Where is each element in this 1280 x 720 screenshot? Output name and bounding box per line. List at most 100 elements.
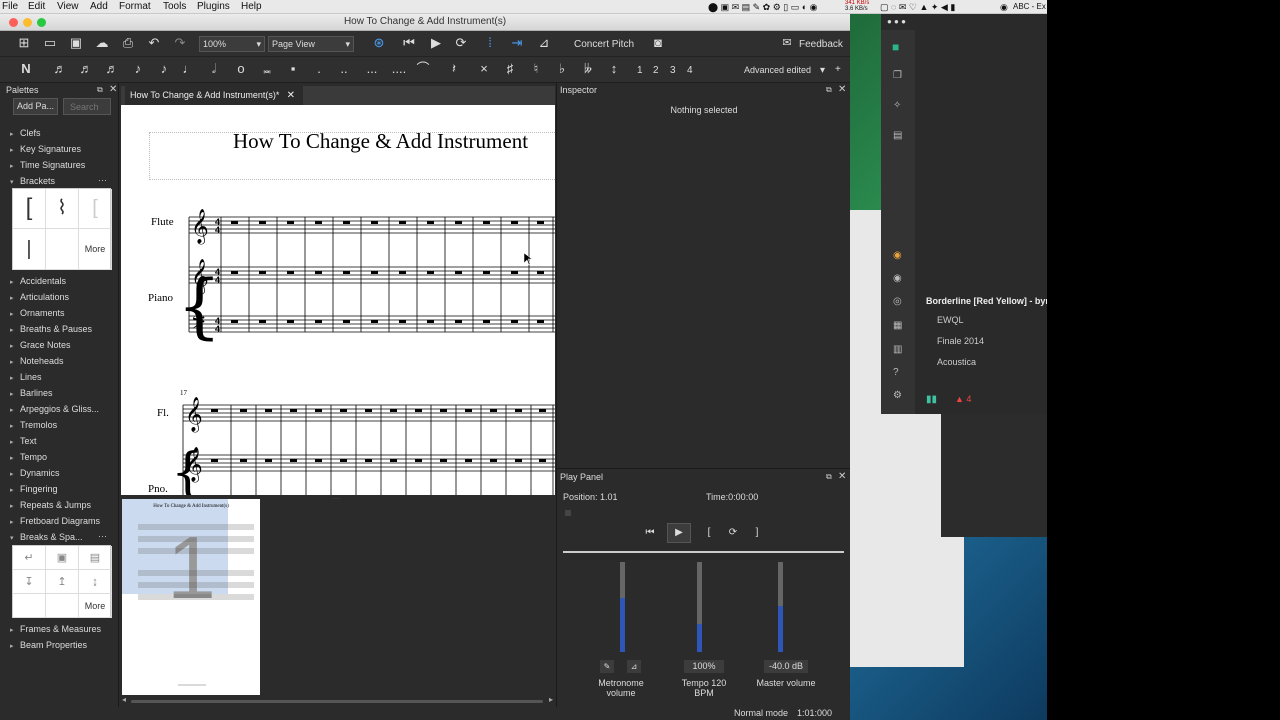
natural-icon[interactable]: ♮ [526,59,546,79]
voice-2-button[interactable]: 2 [653,65,659,76]
print-icon[interactable]: ⎙ [118,33,138,53]
splitter-handle[interactable]: ····· [331,496,341,502]
scroll-thumb[interactable] [131,700,543,703]
scroll-right-icon[interactable]: ▸ [549,695,553,704]
loop-icon[interactable]: ⟳ [451,33,471,53]
store-icon[interactable]: ▤ [893,130,902,141]
palette-breaths[interactable]: ▸ Breaths & Pauses [10,324,92,334]
palette-arpeggios[interactable]: ▸ Arpeggios & Gliss... [10,404,99,414]
duration-32nd-icon[interactable]: ♬ [76,59,96,79]
staff-spacer-down-icon[interactable]: ↧ [13,570,46,594]
duration-whole-icon[interactable]: o [231,59,251,79]
duration-64th-icon[interactable]: ♬ [50,59,70,79]
concert-pitch-button[interactable]: Concert Pitch [574,39,634,50]
palette-tempo[interactable]: ▸ Tempo [10,452,47,462]
palette-search-input[interactable] [63,98,111,115]
menu-tools[interactable]: Tools [163,1,186,12]
status-icons[interactable]: ⬤ ▣ ✉ ▤ ✎ ✿ ⚙ ▯ ▭ ◐ ◉ [708,2,818,13]
chart-icon[interactable]: ▮▮ [926,394,937,405]
magic-icon[interactable]: ✧ [893,100,901,111]
alert-badge[interactable]: ▲ 4 [955,394,971,404]
undock-icon[interactable]: ⧉ [826,472,832,482]
duration-eighth-icon[interactable]: ♪ [128,59,148,79]
flip-direction-icon[interactable]: ↕ [604,59,624,79]
menu-help[interactable]: Help [241,1,262,12]
section-break-icon[interactable]: ▤ [79,546,112,570]
loop-out-icon[interactable]: ] [746,524,768,542]
rewind-icon[interactable]: ⏮ [639,524,661,542]
palette-time-signatures[interactable]: ▸ Time Signatures [10,160,85,170]
metronome-volume-slider[interactable] [620,562,625,652]
save-icon[interactable]: ▣ [66,33,86,53]
voice-1-button[interactable]: 1 [637,65,643,76]
duration-eighth2-icon[interactable]: ♪ [154,59,174,79]
grid-icon[interactable]: ▦ [893,320,902,331]
search-icon[interactable]: ◎ [893,296,902,307]
duration-16th-icon[interactable]: ♬ [102,59,122,79]
menu-edit[interactable]: Edit [28,1,45,12]
navigator-page-thumbnail[interactable]: How To Change & Add Instrument(s) 1 [122,499,260,695]
staves[interactable]: 𝄞 𝄞 𝄢 𝄞 𝄞 { { [121,105,555,495]
palette-dynamics[interactable]: ▸ Dynamics [10,468,60,478]
sharp-icon[interactable]: ♯ [500,59,520,79]
undock-icon[interactable]: ⧉ [826,85,832,95]
more-button[interactable]: More [79,229,112,270]
bracket-brace-icon[interactable]: ⌇ [46,189,79,229]
settings-dot-icon[interactable]: ◉ [893,250,902,261]
gear-icon[interactable]: ⚙ [893,390,902,401]
wifi-icon[interactable]: ◉ [1000,2,1008,13]
chevron-down-icon[interactable]: ▾ [820,65,825,76]
palette-noteheads[interactable]: ▸ Noteheads [10,356,64,366]
scroll-left-icon[interactable]: ◂ [122,695,126,704]
palette-key-signatures[interactable]: ▸ Key Signatures [10,144,81,154]
zoom-select[interactable]: 100% ▾ [199,36,265,52]
library-icon[interactable]: ▥ [893,344,902,355]
add-palette-button[interactable]: Add Pa... [13,98,58,115]
midi-input-icon[interactable]: ⊛ [369,33,389,53]
undock-icon[interactable]: ⧉ [97,85,103,95]
duration-longa-icon[interactable]: ▪ [283,59,303,79]
metronome-icon[interactable]: ⊿ [534,33,554,53]
navigator-scrollbar[interactable]: ◂ ▸ [121,695,555,706]
palette-accidentals[interactable]: ▸ Accidentals [10,276,66,286]
palette-lines[interactable]: ▸ Lines [10,372,42,382]
voice-4-button[interactable]: 4 [687,65,693,76]
menu-view[interactable]: View [57,1,79,12]
palette-ornaments[interactable]: ▸ Ornaments [10,308,65,318]
zoom-window-button[interactable] [37,18,46,27]
minimize-window-button[interactable] [23,18,32,27]
play-icon[interactable]: ▶ [667,523,691,543]
palette-fingering[interactable]: ▸ Fingering [10,484,58,494]
circle-icon[interactable]: ◉ [893,273,902,284]
close-icon[interactable]: ✕ [838,84,846,95]
loop-in-icon[interactable]: [ [698,524,720,542]
palette-articulations[interactable]: ▸ Articulations [10,292,69,302]
bracket-square-icon[interactable]: [ [79,189,112,229]
menu-add[interactable]: Add [90,1,108,12]
duration-breve-icon[interactable]: 𝅜 [257,59,277,79]
position-slider-handle[interactable] [565,510,571,516]
loop-icon[interactable]: ⟳ [722,524,744,542]
pan-score-icon[interactable]: ⇥ [507,33,527,53]
quad-dot-icon[interactable]: .... [389,59,409,79]
camera-icon[interactable]: ◙ [648,33,668,53]
undo-icon[interactable]: ↶ [144,33,164,53]
count-in-toggle-icon[interactable]: ⊿ [627,660,641,673]
palette-beam-properties[interactable]: ▸ Beam Properties [10,640,87,650]
palette-tremolos[interactable]: ▸ Tremolos [10,420,57,430]
app-list-item[interactable]: Finale 2014 [937,336,984,346]
duration-quarter-icon[interactable]: ♩ [179,59,199,79]
score-tab[interactable]: How To Change & Add Instrument(s)* ✕ [125,86,303,105]
close-window-button[interactable] [9,18,18,27]
palette-repeats[interactable]: ▸ Repeats & Jumps [10,500,91,510]
app-list-item[interactable]: Acoustica [937,357,976,367]
bracket-normal-icon[interactable]: [ [13,189,46,229]
bracket-line-icon[interactable]: | [13,229,46,270]
rewind-icon[interactable]: ⏮ [399,33,419,53]
voice-3-button[interactable]: 3 [670,65,676,76]
line-break-icon[interactable]: ↵ [13,546,46,570]
score-canvas[interactable]: How To Change & Add Instrument Flute Pia… [121,105,555,495]
dot-icon[interactable]: . [309,59,329,79]
palette-brackets[interactable]: ▾ Brackets [10,176,55,186]
close-tab-icon[interactable]: ✕ [287,86,295,105]
